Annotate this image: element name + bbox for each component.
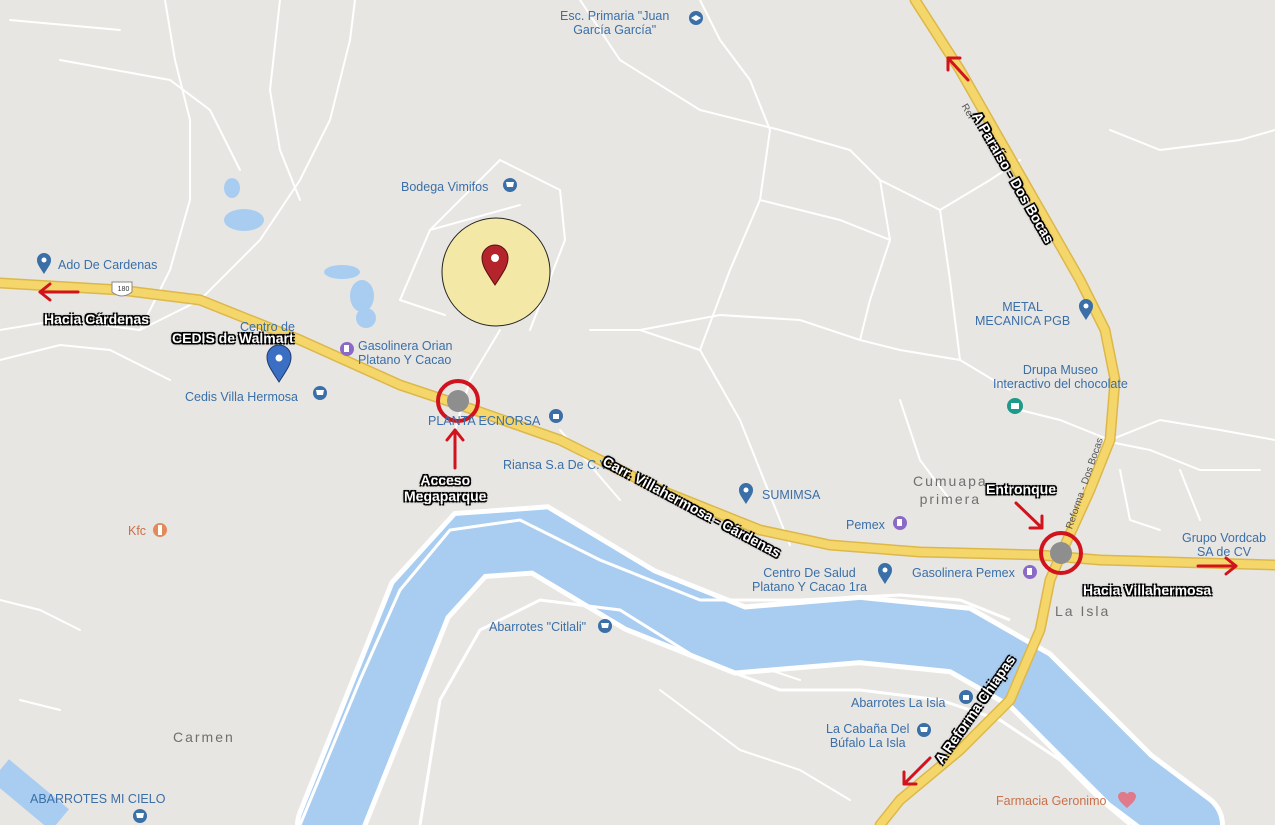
poi-drupa-museo[interactable]: Drupa Museo Interactivo del chocolate [993,363,1128,391]
area-cumuapa: Cumuapa primera [913,473,988,507]
gas-station-icon [1023,565,1037,579]
poi-cedis-villa-hermosa[interactable]: Cedis Villa Hermosa [185,390,298,404]
annotation-entronque: Entronque [986,481,1056,497]
poi-metal-mecanica[interactable]: METAL MECANICA PGB [975,300,1070,328]
poi-farmacia-geronimo[interactable]: Farmacia Geronimo [996,794,1106,808]
shopping-cart-icon [503,178,517,192]
map-view[interactable]: Esc. Primaria "Juan García García" Bodeg… [0,0,1275,825]
school-icon [689,11,703,25]
poi-abarrotes-mi-cielo[interactable]: ABARROTES MI CIELO [30,792,165,806]
shopping-cart-icon [133,809,147,823]
museum-icon [1007,398,1023,414]
gas-station-icon [340,342,354,356]
shopping-cart-icon [598,619,612,633]
annotation-hacia-villahermosa: Hacia Villahermosa [1083,582,1212,598]
poi-kfc[interactable]: Kfc [128,524,146,538]
shopping-cart-icon [917,723,931,737]
annotation-hacia-cardenas: Hacia Cárdenas [44,311,150,327]
poi-sumimsa[interactable]: SUMIMSA [762,488,820,502]
poi-abarrotes-citlali[interactable]: Abarrotes "Citlali" [489,620,586,634]
shopping-cart-icon [313,386,327,400]
annotation-acceso-megaparque: Acceso Megaparque [404,472,487,504]
poi-centro-de-salud[interactable]: Centro De Salud Platano Y Cacao 1ra [752,566,867,594]
poi-bodega-vimifos[interactable]: Bodega Vimifos [401,180,488,194]
annotation-cedis-walmart: CEDIS de Walmart [172,330,294,346]
poi-esc-primaria[interactable]: Esc. Primaria "Juan García García" [560,9,669,37]
poi-planta-ecnorsa[interactable]: PLANTA ECNORSA [428,414,540,428]
area-la-isla: La Isla [1055,603,1111,619]
poi-ado-de-cardenas[interactable]: Ado De Cardenas [58,258,157,272]
poi-abarrotes-la-isla[interactable]: Abarrotes La Isla [851,696,946,710]
poi-pemex[interactable]: Pemex [846,518,885,532]
poi-gasolinera-orian[interactable]: Gasolinera Orian Platano Y Cacao [358,339,453,367]
area-carmen: Carmen [173,729,235,745]
gas-station-icon [893,516,907,530]
poi-grupo-vordcab[interactable]: Grupo Vordcab SA de CV [1182,531,1266,559]
poi-riansa[interactable]: Riansa S.a De C.V [503,458,608,472]
poi-la-cabana[interactable]: La Cabaña Del Búfalo La Isla [826,722,909,750]
poi-gasolinera-pemex[interactable]: Gasolinera Pemex [912,566,1015,580]
map-base [0,0,1275,825]
shopping-bag-icon [549,409,563,423]
restaurant-icon [153,523,167,537]
highway-shield-number: 180 [117,286,130,293]
